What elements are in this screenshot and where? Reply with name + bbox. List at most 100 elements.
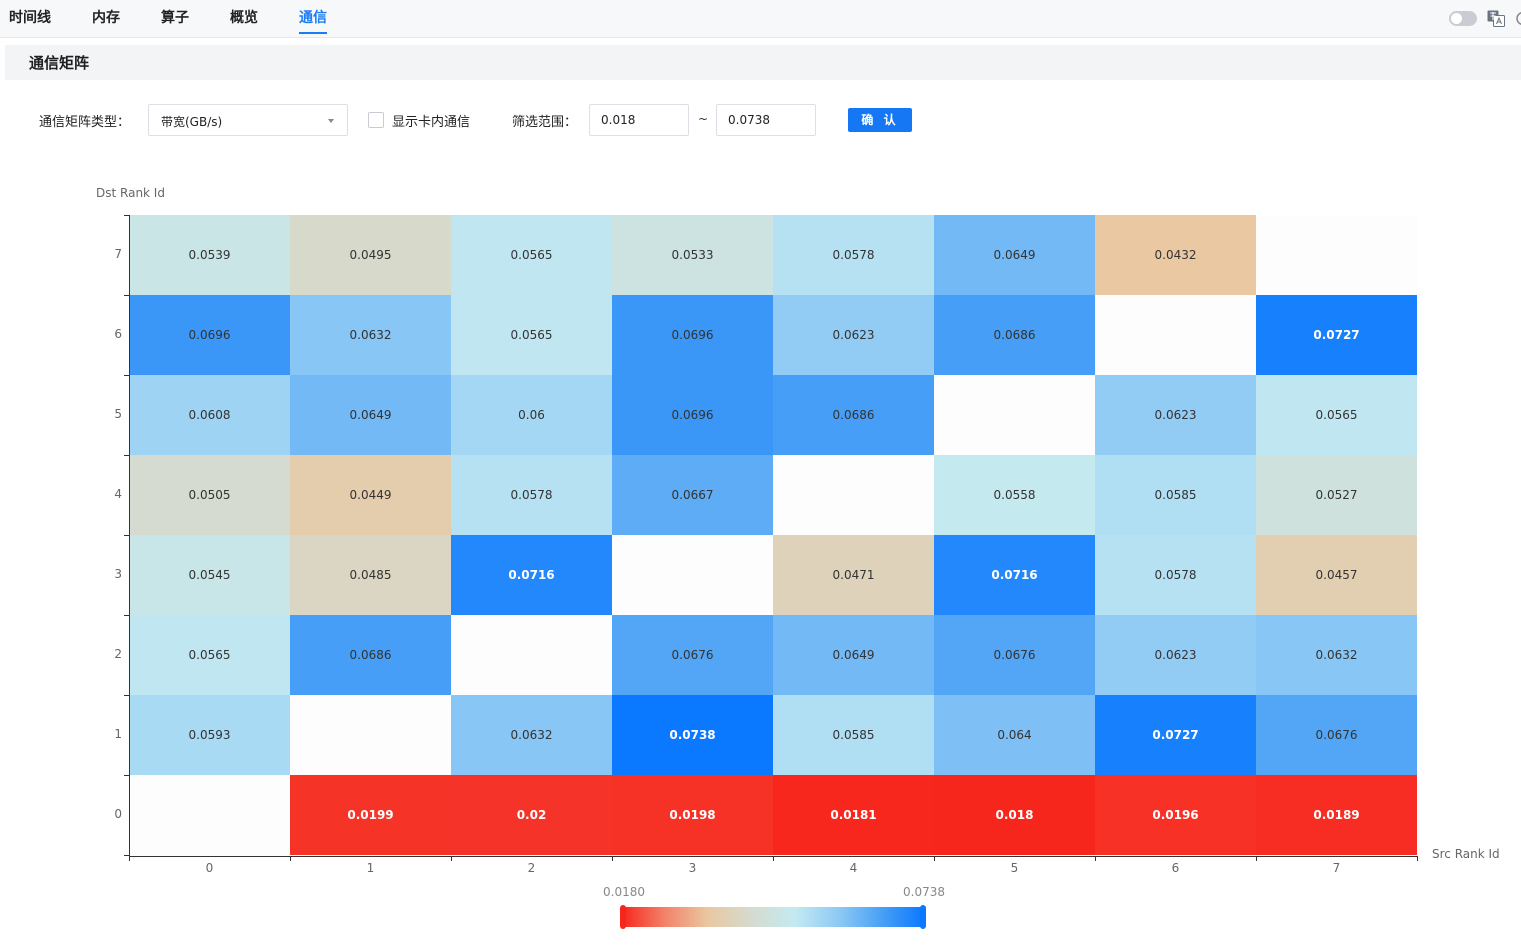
heatmap-cell[interactable]: 0.0471 bbox=[773, 535, 934, 615]
heatmap-cell[interactable]: 0.06 bbox=[451, 375, 612, 455]
heatmap-cell[interactable]: 0.0578 bbox=[1095, 535, 1256, 615]
tab-timeline[interactable]: 时间线 bbox=[9, 0, 51, 36]
confirm-button[interactable]: 确 认 bbox=[848, 108, 912, 132]
theme-toggle[interactable] bbox=[1449, 11, 1477, 26]
heatmap-cell[interactable]: 0.0649 bbox=[773, 615, 934, 695]
y-axis-tick-label: 7 bbox=[114, 247, 122, 261]
heatmap-cell[interactable]: 0.0623 bbox=[1095, 615, 1256, 695]
heatmap-cell[interactable] bbox=[1095, 295, 1256, 375]
heatmap-cell[interactable]: 0.0676 bbox=[934, 615, 1095, 695]
heatmap-cell[interactable]: 0.0686 bbox=[934, 295, 1095, 375]
heatmap-cell-value: 0.0686 bbox=[832, 408, 875, 422]
heatmap-cell[interactable]: 0.0623 bbox=[1095, 375, 1256, 455]
y-axis-tick bbox=[124, 535, 129, 536]
heatmap-cell[interactable]: 0.0727 bbox=[1256, 295, 1417, 375]
heatmap-cell[interactable]: 0.0578 bbox=[451, 455, 612, 535]
language-switch-icon[interactable] bbox=[1487, 10, 1505, 27]
heatmap-cell[interactable] bbox=[612, 535, 773, 615]
heatmap-cell[interactable]: 0.0696 bbox=[612, 375, 773, 455]
heatmap-cell[interactable] bbox=[129, 775, 290, 855]
heatmap-cell[interactable]: 0.0585 bbox=[773, 695, 934, 775]
heatmap-cell[interactable]: 0.0696 bbox=[612, 295, 773, 375]
heatmap-cell[interactable]: 0.0649 bbox=[290, 375, 451, 455]
heatmap-cell[interactable] bbox=[451, 615, 612, 695]
heatmap-cell[interactable] bbox=[934, 375, 1095, 455]
heatmap-cell[interactable]: 0.0565 bbox=[129, 615, 290, 695]
tab-operator[interactable]: 算子 bbox=[161, 0, 189, 36]
heatmap-cell[interactable]: 0.0632 bbox=[290, 295, 451, 375]
heatmap-cell[interactable] bbox=[773, 455, 934, 535]
heatmap-cell[interactable]: 0.0716 bbox=[451, 535, 612, 615]
tab-communication[interactable]: 通信 bbox=[299, 0, 327, 36]
heatmap-cell[interactable]: 0.0686 bbox=[290, 615, 451, 695]
heatmap-cell[interactable] bbox=[1256, 215, 1417, 295]
heatmap-cell[interactable]: 0.0545 bbox=[129, 535, 290, 615]
heatmap-cell[interactable]: 0.02 bbox=[451, 775, 612, 855]
heatmap-cell[interactable]: 0.0457 bbox=[1256, 535, 1417, 615]
visual-map-max-handle[interactable] bbox=[920, 905, 926, 929]
heatmap-cell[interactable]: 0.0485 bbox=[290, 535, 451, 615]
matrix-type-select[interactable]: 带宽(GB/s) bbox=[148, 104, 348, 136]
heatmap-cell[interactable]: 0.0565 bbox=[451, 215, 612, 295]
heatmap-cell[interactable]: 0.0527 bbox=[1256, 455, 1417, 535]
heatmap-cell[interactable]: 0.0623 bbox=[773, 295, 934, 375]
heatmap-cell[interactable]: 0.0686 bbox=[773, 375, 934, 455]
filter-range-label: 筛选范围： bbox=[512, 115, 578, 130]
heatmap-cell[interactable]: 0.0696 bbox=[129, 295, 290, 375]
heatmap-cell[interactable]: 0.0585 bbox=[1095, 455, 1256, 535]
tab-overview[interactable]: 概览 bbox=[230, 0, 258, 36]
heatmap-cell[interactable]: 0.0565 bbox=[451, 295, 612, 375]
heatmap-cell[interactable]: 0.0495 bbox=[290, 215, 451, 295]
heatmap-cell[interactable]: 0.0608 bbox=[129, 375, 290, 455]
heatmap-cell[interactable]: 0.0676 bbox=[612, 615, 773, 695]
heatmap-cell[interactable]: 0.0632 bbox=[451, 695, 612, 775]
heatmap-cell[interactable]: 0.0738 bbox=[612, 695, 773, 775]
matrix-type-value: 带宽(GB/s) bbox=[161, 115, 223, 129]
heatmap-cell-value: 0.0565 bbox=[188, 648, 231, 662]
x-axis-tick bbox=[1417, 856, 1418, 861]
heatmap-cell[interactable]: 0.0593 bbox=[129, 695, 290, 775]
heatmap-cell[interactable]: 0.0539 bbox=[129, 215, 290, 295]
heatmap-cell-value: 0.0181 bbox=[830, 808, 877, 822]
heatmap-cell-value: 0.0578 bbox=[510, 488, 553, 502]
show-intra-card-checkbox[interactable] bbox=[368, 112, 384, 128]
heatmap-cell[interactable]: 0.0199 bbox=[290, 775, 451, 855]
heatmap-cell-value: 0.0485 bbox=[349, 568, 392, 582]
heatmap-cell[interactable]: 0.0533 bbox=[612, 215, 773, 295]
heatmap-cell[interactable]: 0.0505 bbox=[129, 455, 290, 535]
heatmap-cell-value: 0.0565 bbox=[1315, 408, 1358, 422]
x-axis-title: Src Rank Id bbox=[1432, 847, 1500, 861]
heatmap-cell[interactable] bbox=[290, 695, 451, 775]
heatmap-cell-value: 0.0608 bbox=[188, 408, 231, 422]
heatmap-cell[interactable]: 0.0432 bbox=[1095, 215, 1256, 295]
heatmap-cell[interactable]: 0.0449 bbox=[290, 455, 451, 535]
heatmap-cell-value: 0.0565 bbox=[510, 248, 553, 262]
visual-map-min-handle[interactable] bbox=[620, 905, 626, 929]
heatmap-cell-value: 0.0623 bbox=[832, 328, 875, 342]
heatmap-cell[interactable]: 0.0676 bbox=[1256, 695, 1417, 775]
tab-memory[interactable]: 内存 bbox=[92, 0, 120, 36]
heatmap-cell[interactable]: 0.0667 bbox=[612, 455, 773, 535]
y-axis-title: Dst Rank Id bbox=[96, 186, 165, 200]
heatmap-cell[interactable]: 0.0196 bbox=[1095, 775, 1256, 855]
heatmap-cell[interactable]: 0.0189 bbox=[1256, 775, 1417, 855]
heatmap-cell[interactable]: 0.018 bbox=[934, 775, 1095, 855]
heatmap-cell[interactable]: 0.0632 bbox=[1256, 615, 1417, 695]
heatmap-cell-value: 0.0676 bbox=[671, 648, 714, 662]
heatmap-cell[interactable]: 0.0649 bbox=[934, 215, 1095, 295]
heatmap-cell-value: 0.0565 bbox=[510, 328, 553, 342]
heatmap-cell[interactable]: 0.0565 bbox=[1256, 375, 1417, 455]
filter-min-input[interactable] bbox=[589, 104, 689, 136]
heatmap-cell[interactable]: 0.0727 bbox=[1095, 695, 1256, 775]
heatmap-cell[interactable]: 0.0716 bbox=[934, 535, 1095, 615]
heatmap-cell-value: 0.0676 bbox=[993, 648, 1036, 662]
heatmap-cell[interactable]: 0.0578 bbox=[773, 215, 934, 295]
filter-max-input[interactable] bbox=[716, 104, 816, 136]
heatmap-cell[interactable]: 0.0198 bbox=[612, 775, 773, 855]
heatmap-cell[interactable]: 0.0181 bbox=[773, 775, 934, 855]
show-intra-card-label[interactable]: 显示卡内通信 bbox=[392, 111, 470, 130]
heatmap-cell[interactable]: 0.064 bbox=[934, 695, 1095, 775]
heatmap-cell-value: 0.0527 bbox=[1315, 488, 1358, 502]
more-icon[interactable] bbox=[1514, 10, 1521, 27]
heatmap-cell[interactable]: 0.0558 bbox=[934, 455, 1095, 535]
